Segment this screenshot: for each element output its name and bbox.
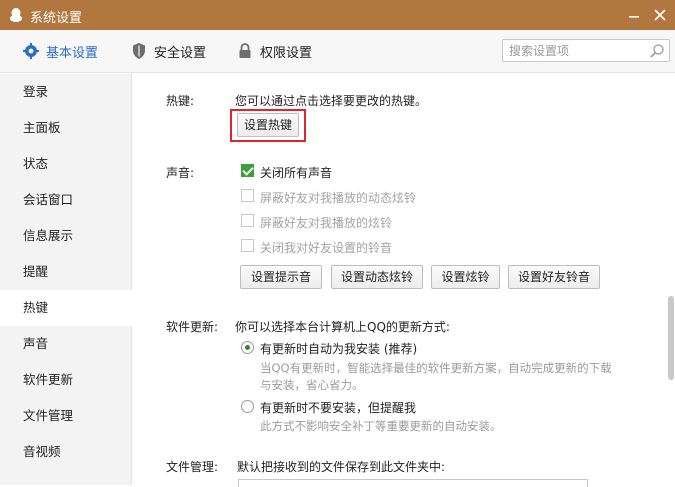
- tab-label: 基本设置: [46, 45, 99, 61]
- mute-all-checkbox[interactable]: [241, 164, 254, 177]
- settings-content: 热键: 您可以通过点击选择要更改的热键。 设置热键 声音: 关闭所有声音 屏蔽好…: [133, 74, 675, 485]
- minimize-icon[interactable]: [624, 5, 644, 25]
- set-friend-ringtone-button[interactable]: 设置好友铃音: [508, 265, 600, 289]
- settings-sidebar: 登录 主面板 状态 会话窗口 信息展示 提醒 热键 声音 软件更新 文件管理 音…: [0, 74, 133, 485]
- set-alert-sound-button[interactable]: 设置提示音: [240, 265, 322, 289]
- auto-install-radio[interactable]: [241, 341, 254, 354]
- sidebar-item-audio-video[interactable]: 音视频: [0, 434, 132, 470]
- hotkey-section-label: 热键:: [166, 94, 195, 108]
- gear-icon: [23, 43, 39, 59]
- sidebar-item-sound[interactable]: 声音: [0, 326, 132, 362]
- tab-label: 权限设置: [260, 45, 313, 61]
- lock-icon: [239, 43, 251, 58]
- sidebar-item-software-update[interactable]: 软件更新: [0, 362, 132, 398]
- set-hotkey-button[interactable]: 设置热键: [237, 113, 299, 137]
- sidebar-item-status[interactable]: 状态: [0, 146, 132, 182]
- tab-security-settings[interactable]: 安全设置: [130, 42, 207, 61]
- sidebar-item-info-display[interactable]: 信息展示: [0, 218, 132, 254]
- sound-section-label: 声音:: [166, 166, 195, 180]
- block-dynamic-ringtone-label[interactable]: 屏蔽好友对我播放的动态炫铃: [260, 189, 416, 206]
- qq-penguin-icon: [10, 8, 22, 22]
- block-dynamic-ringtone-checkbox[interactable]: [241, 189, 254, 202]
- block-ringtone-label[interactable]: 屏蔽好友对我播放的炫铃: [260, 214, 392, 231]
- title-bar: 系统设置: [0, 0, 675, 30]
- search-input[interactable]: [509, 42, 649, 59]
- notify-only-hint: 此方式不影响安全补丁等重要更新的自动安装。: [260, 419, 502, 433]
- notify-only-label[interactable]: 有更新时不要安装，但提醒我: [260, 399, 416, 416]
- tab-permission-settings[interactable]: 权限设置: [236, 42, 313, 61]
- set-ringtone-button[interactable]: 设置炫铃: [431, 265, 500, 289]
- auto-install-label[interactable]: 有更新时自动为我安装 (推荐): [260, 340, 417, 357]
- sidebar-item-login[interactable]: 登录: [0, 74, 132, 110]
- tab-label: 安全设置: [154, 45, 207, 61]
- auto-install-hint-line1: 当QQ有更新时，智能选择最佳的软件更新方案，自动完成更新的下载: [260, 361, 612, 375]
- disable-friend-tone-label[interactable]: 关闭我对好友设置的铃音: [260, 239, 392, 256]
- search-box[interactable]: [502, 39, 670, 62]
- sidebar-item-hotkey[interactable]: 热键: [0, 290, 133, 326]
- disable-friend-tone-checkbox[interactable]: [241, 239, 254, 252]
- sidebar-item-file-management[interactable]: 文件管理: [0, 398, 132, 434]
- mute-all-label[interactable]: 关闭所有声音: [260, 164, 332, 181]
- file-section-label: 文件管理:: [166, 460, 219, 474]
- file-description: 默认把接收到的文件保存到此文件夹中:: [237, 460, 446, 474]
- window-title: 系统设置: [30, 11, 83, 26]
- sidebar-item-chat-window[interactable]: 会话窗口: [0, 182, 132, 218]
- search-icon[interactable]: [649, 43, 665, 59]
- hotkey-description: 您可以通过点击选择要更改的热键。: [235, 94, 428, 108]
- shield-icon: [133, 43, 145, 59]
- vertical-scrollbar[interactable]: [668, 296, 674, 380]
- sidebar-item-reminder[interactable]: 提醒: [0, 254, 132, 290]
- tab-basic-settings[interactable]: 基本设置: [22, 42, 99, 61]
- set-dynamic-ringtone-button[interactable]: 设置动态炫铃: [331, 265, 423, 289]
- block-ringtone-checkbox[interactable]: [241, 214, 254, 227]
- close-icon[interactable]: [650, 5, 670, 25]
- download-folder-field[interactable]: [238, 479, 588, 487]
- auto-install-hint-line2: 与安装，省心省力。: [260, 378, 364, 392]
- notify-only-radio[interactable]: [241, 400, 254, 413]
- update-description: 你可以选择本台计算机上QQ的更新方式:: [235, 320, 450, 334]
- update-section-label: 软件更新:: [166, 320, 219, 334]
- sidebar-item-main-panel[interactable]: 主面板: [0, 110, 132, 146]
